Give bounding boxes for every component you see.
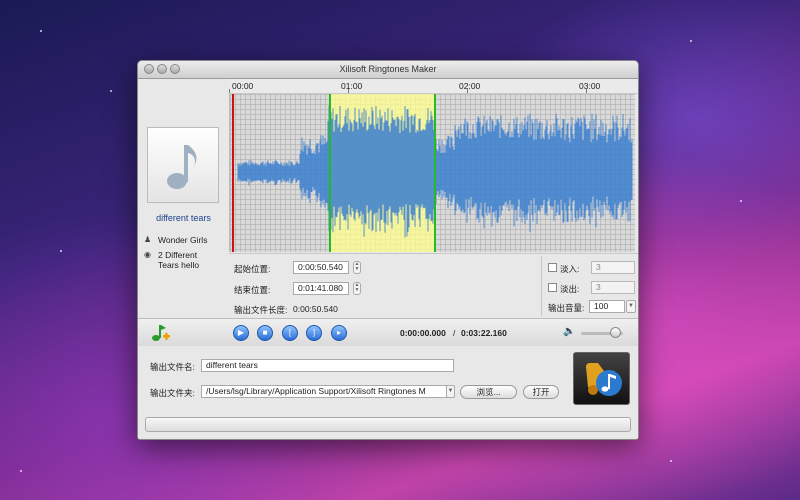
album-name-line2: Tears hello [158, 260, 200, 270]
time-separator: / [453, 328, 456, 338]
end-time-stepper[interactable]: ▲ ▼ [353, 282, 361, 295]
fade-in-label: 淡入: [560, 264, 580, 274]
album-name-line1: 2 Different [158, 250, 198, 260]
music-note-icon [167, 145, 197, 189]
tick [229, 89, 230, 93]
fade-out-value[interactable]: 3 [591, 281, 635, 294]
conversion-progress-bar [145, 417, 631, 432]
playhead-marker[interactable] [232, 94, 234, 252]
end-label: 结束位置: [234, 285, 271, 295]
output-folder-select[interactable]: /Users/lsg/Library/Application Support/X… [201, 385, 447, 398]
play-icon[interactable]: ▶ [233, 325, 249, 341]
star [690, 40, 692, 42]
track-info-panel: different tears ♟ Wonder Girls ◉ 2 Diffe… [138, 79, 229, 317]
tick [348, 89, 349, 93]
start-time-stepper[interactable]: ▲ ▼ [353, 261, 361, 274]
artist-row: ♟ Wonder Girls [144, 235, 207, 245]
output-name-input[interactable]: different tears [201, 359, 454, 372]
tick-label: 00:00 [232, 81, 254, 91]
mark-end-icon[interactable]: ] [306, 325, 322, 341]
minimize-icon[interactable] [157, 64, 167, 74]
start-marker[interactable] [329, 94, 331, 252]
browse-button[interactable]: 浏览... [460, 385, 517, 399]
title-bar: Xilisoft Ringtones Maker [138, 61, 638, 79]
preview-icon[interactable]: ▸ [331, 325, 347, 341]
start-label: 起始位置: [234, 264, 271, 274]
volume-icon: 🔈 [563, 326, 576, 337]
fade-out-label: 淡出: [560, 284, 580, 294]
star [40, 30, 42, 32]
person-icon: ♟ [144, 235, 152, 244]
output-length-value: 0:00:50.540 [293, 304, 338, 314]
output-volume-field[interactable]: 100 [589, 300, 625, 313]
output-length-label: 输出文件长度: [234, 305, 288, 315]
star [110, 90, 112, 92]
playback-toolbar: ▶ ■ [ ] ▸ 0:00:00.000 / 0:03:22.160 🔈 [138, 318, 638, 347]
star [740, 200, 742, 202]
tick-label: 01:00 [341, 81, 363, 91]
output-name-label: 输出文件名: [150, 362, 195, 372]
divider [541, 256, 542, 316]
timeline-ruler[interactable]: 00:00 01:00 02:00 03:00 [229, 79, 638, 94]
fade-out-checkbox[interactable] [548, 283, 557, 292]
star [670, 460, 672, 462]
close-icon[interactable] [144, 64, 154, 74]
star [20, 470, 22, 472]
tick-label: 02:00 [459, 81, 481, 91]
chevron-down-icon[interactable]: ▼ [446, 385, 455, 398]
app-window: Xilisoft Ringtones Maker different tears… [137, 60, 639, 440]
volume-slider-knob[interactable] [610, 327, 621, 338]
window-title: Xilisoft Ringtones Maker [339, 64, 437, 74]
tick [467, 89, 468, 93]
album-art [147, 127, 219, 203]
stop-icon[interactable]: ■ [257, 325, 273, 341]
waveform-editor[interactable] [229, 94, 635, 252]
end-marker[interactable] [434, 94, 436, 252]
add-music-icon[interactable] [150, 323, 170, 343]
star [60, 250, 62, 252]
ringtone-convert-icon[interactable] [573, 352, 630, 405]
open-button[interactable]: 打开 [523, 385, 559, 399]
tick [586, 89, 587, 93]
fade-in-checkbox[interactable] [548, 263, 557, 272]
edit-controls: 起始位置: 0:00:50.540 ▲ ▼ 结束位置: 0:01:41.080 ▲… [229, 253, 638, 318]
current-time: 0:00:00.000 [400, 328, 446, 338]
zoom-icon[interactable] [170, 64, 180, 74]
end-time-field[interactable]: 0:01:41.080 [293, 282, 349, 295]
fade-in-value[interactable]: 3 [591, 261, 635, 274]
album-icon: ◉ [144, 250, 151, 259]
output-folder-label: 输出文件夹: [150, 388, 195, 398]
output-volume-label: 输出音量: [548, 303, 585, 313]
tick-label: 03:00 [579, 81, 601, 91]
track-title: different tears [156, 213, 211, 223]
start-time-field[interactable]: 0:00:50.540 [293, 261, 349, 274]
mark-start-icon[interactable]: [ [282, 325, 298, 341]
waveform [237, 105, 633, 238]
chevron-down-icon[interactable]: ▼ [626, 300, 636, 313]
output-section: 输出文件名: different tears 输出文件夹: /Users/lsg… [138, 346, 638, 438]
total-time: 0:03:22.160 [461, 328, 507, 338]
album-row: ◉ 2 Different Tears hello [144, 250, 199, 270]
artist-name: Wonder Girls [158, 235, 208, 245]
